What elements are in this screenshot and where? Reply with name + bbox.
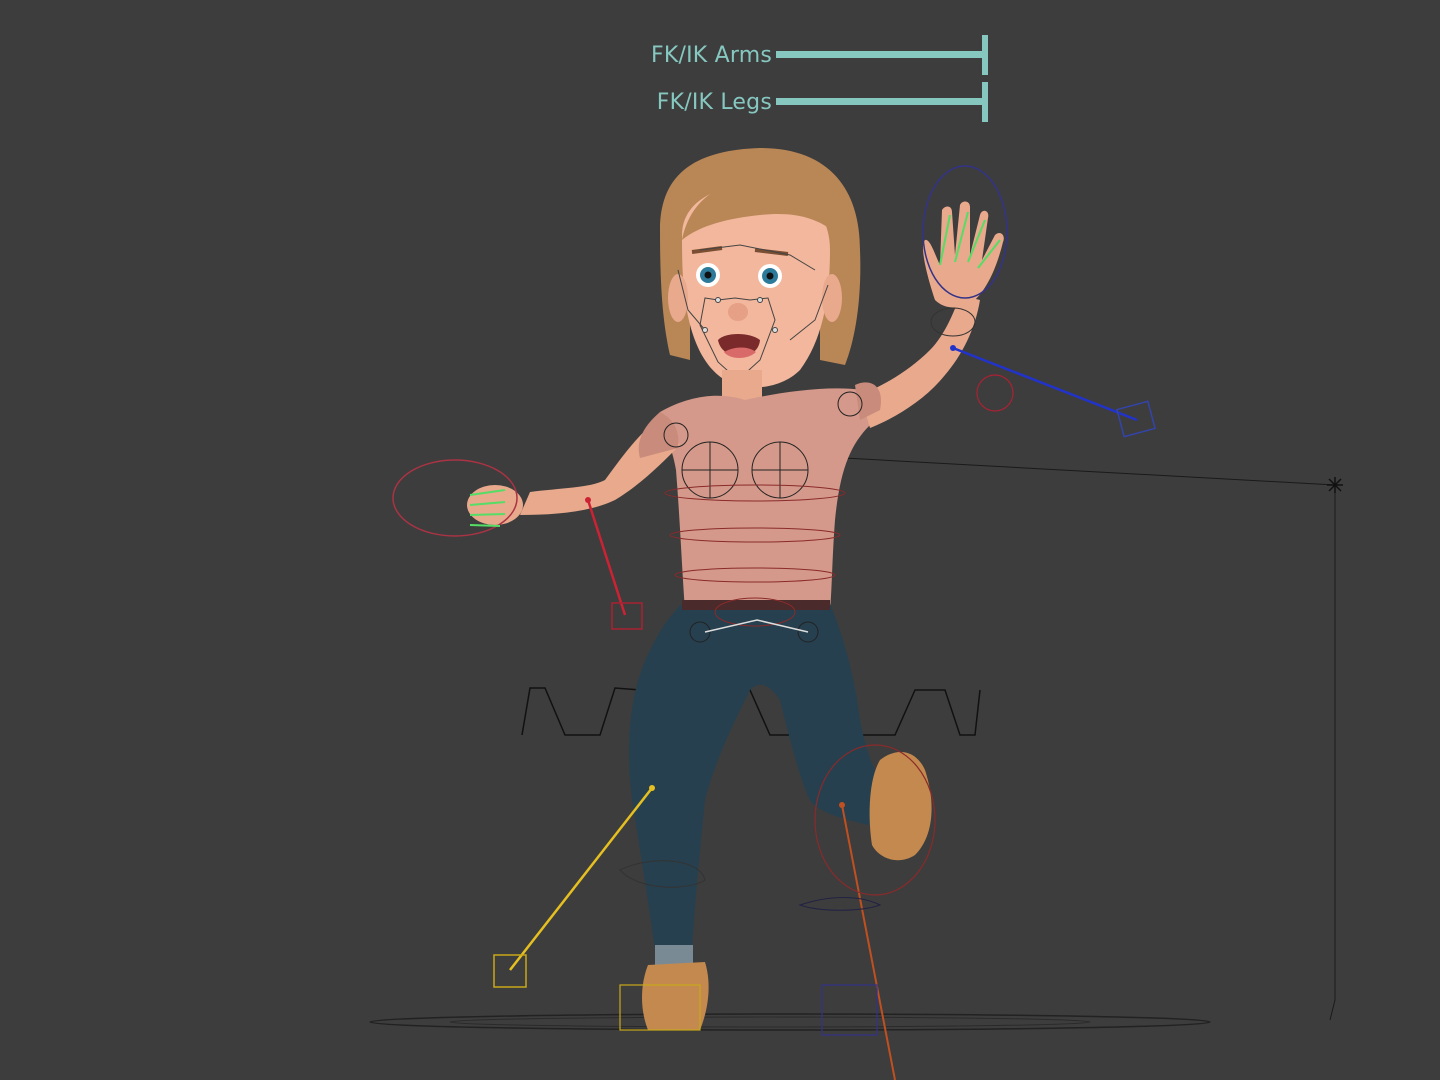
light-icon[interactable]	[1327, 477, 1343, 493]
right-shoe	[642, 962, 709, 1030]
right-leg-ik-control[interactable]	[493, 785, 655, 988]
ground-ring	[369, 1013, 1211, 1031]
hip-zigzag-control[interactable]	[521, 687, 981, 736]
nose	[728, 303, 748, 321]
neck	[722, 370, 762, 400]
waistband	[682, 600, 830, 610]
left-ear	[822, 274, 842, 322]
left-shoe	[869, 751, 932, 861]
3d-viewport[interactable]: FK/IK Arms FK/IK Legs	[0, 0, 1440, 1080]
left-hand	[923, 201, 1004, 308]
rig-scene	[369, 148, 1343, 1080]
ground-ring-inner	[449, 1016, 1091, 1028]
light-guide	[789, 454, 1336, 1021]
left-foot-control[interactable]	[821, 984, 878, 1036]
left-arm-ik-control[interactable]	[950, 345, 1156, 438]
shoulder-control[interactable]	[976, 374, 1014, 412]
right-arm-ik-control[interactable]	[585, 497, 643, 630]
foot-pole[interactable]	[798, 897, 882, 911]
right-sock	[655, 945, 693, 965]
